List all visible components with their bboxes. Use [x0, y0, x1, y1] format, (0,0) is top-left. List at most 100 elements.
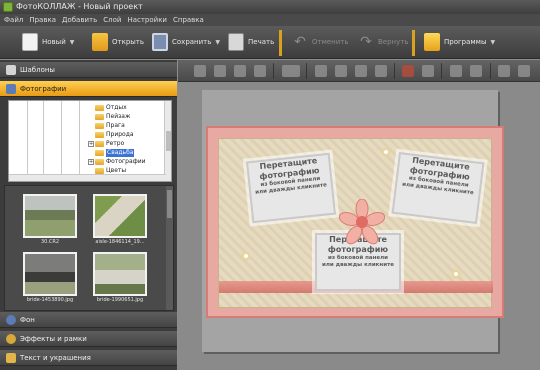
flower-decoration [338, 198, 386, 245]
section-photos-label: Фотографии [20, 85, 67, 93]
layer-backward-icon[interactable] [214, 65, 226, 77]
thumbnail-caption: bride-1990651.jpg [96, 297, 144, 303]
tree-horizontal-scrollbar[interactable] [9, 174, 166, 181]
tree-expand-icon[interactable]: + [88, 159, 94, 165]
thumbnail-item[interactable]: bride-1990651.jpg [93, 252, 147, 306]
toolbar-separator [412, 30, 415, 56]
section-background[interactable]: Фон [0, 312, 177, 328]
dropdown-arrow-icon: ▼ [215, 38, 220, 46]
tree-item[interactable]: Отдых [95, 104, 127, 112]
title-bar: ФотоКОЛЛАЖ - Новый проект [0, 0, 540, 14]
printer-icon [228, 33, 244, 51]
sparkle-decoration [379, 145, 393, 159]
app-icon [3, 2, 13, 12]
tree-vertical-scrollbar[interactable] [164, 101, 171, 181]
section-text[interactable]: Текст и украшения [0, 350, 177, 366]
menu-layer[interactable]: Слой [103, 14, 121, 26]
layer-forward-icon[interactable] [234, 65, 246, 77]
thumbnail-item[interactable]: bride-1453890.jpg [23, 252, 77, 306]
app-window: ФотоКОЛЛАЖ - Новый проект Файл Правка До… [0, 0, 540, 370]
mirror-icon[interactable] [355, 65, 367, 77]
menu-add[interactable]: Добавить [62, 14, 97, 26]
tree-expand-icon[interactable]: + [88, 141, 94, 147]
thumbnails-scrollbar[interactable] [166, 186, 173, 310]
folder-icon [95, 114, 104, 120]
scrollbar-thumb[interactable] [167, 190, 172, 218]
tree-guide-line [43, 101, 44, 181]
undo-button-label: Отменить [312, 38, 349, 46]
redo-icon: ↷ [360, 34, 372, 50]
thumbnail-item[interactable]: 30.CR2 [23, 194, 77, 248]
tree-item-selected[interactable]: Свадьба [95, 149, 135, 157]
align-dropdown-icon[interactable] [282, 65, 300, 77]
zoom-in-icon[interactable] [450, 65, 462, 77]
folder-icon [95, 141, 104, 147]
layer-back-icon[interactable] [194, 65, 206, 77]
programs-button[interactable]: Программы ▼ [424, 30, 495, 54]
flower-graphic [338, 198, 386, 245]
menu-edit[interactable]: Правка [29, 14, 56, 26]
folder-icon [95, 150, 104, 156]
folder-icon [95, 159, 104, 165]
section-photos[interactable]: Фотографии [0, 81, 177, 97]
thumbnail-caption: bride-1453890.jpg [26, 297, 74, 303]
section-templates[interactable]: Шаблоны [0, 62, 177, 78]
photo-slot-1[interactable]: Перетащите фотографию из боковой панели … [245, 152, 337, 224]
menu-help[interactable]: Справка [173, 14, 204, 26]
thumbnail-caption: 30.CR2 [40, 239, 60, 245]
scrollbar-thumb[interactable] [166, 131, 171, 151]
new-document-icon [22, 33, 38, 51]
zoom-out-icon[interactable] [470, 65, 482, 77]
sparkle-decoration [239, 249, 253, 263]
save-button-label: Сохранить [172, 38, 212, 46]
tree-item[interactable]: Прага [95, 122, 125, 130]
tree-guide-line [79, 101, 80, 181]
menu-settings[interactable]: Настройки [127, 14, 167, 26]
menu-file[interactable]: Файл [4, 14, 23, 26]
open-button-label: Открыть [112, 38, 144, 46]
rotate-icon[interactable] [375, 65, 387, 77]
flip-horizontal-icon[interactable] [315, 65, 327, 77]
dropdown-arrow-icon: ▼ [69, 38, 75, 46]
collage-page[interactable]: Перетащите фотографию из боковой панели … [202, 90, 504, 352]
section-background-label: Фон [20, 316, 35, 324]
open-button[interactable]: Открыть [92, 30, 144, 54]
thumbnail-image [93, 194, 147, 238]
workspace: Перетащите фотографию из боковой панели … [202, 90, 504, 352]
window-title: ФотоКОЛЛАЖ - Новый проект [16, 2, 143, 11]
thumbnail-item[interactable]: aisle-1846114_19... [93, 194, 147, 248]
photo-thumbnails: 30.CR2 aisle-1846114_19... bride-1453890… [4, 185, 174, 311]
save-disk-icon [152, 33, 168, 51]
tree-item[interactable]: Ретро [95, 140, 124, 148]
undo-button[interactable]: ↶ Отменить [292, 30, 349, 54]
star-icon [6, 65, 16, 75]
canvas-area: Перетащите фотографию из боковой панели … [178, 60, 540, 370]
effects-icon [6, 334, 16, 344]
layer-front-icon[interactable] [254, 65, 266, 77]
folder-icon [95, 132, 104, 138]
grid-icon[interactable] [518, 65, 530, 77]
dropdown-arrow-icon: ▼ [490, 38, 496, 46]
tree-guide-line [27, 101, 28, 181]
crop-icon[interactable] [422, 65, 434, 77]
thumbnail-caption: aisle-1846114_19... [95, 239, 145, 245]
settings-gear-icon[interactable] [498, 65, 510, 77]
new-button[interactable]: Новый ▼ [22, 30, 74, 54]
section-effects[interactable]: Эффекты и рамки [0, 331, 177, 347]
section-templates-label: Шаблоны [20, 66, 55, 74]
delete-icon[interactable] [402, 65, 414, 77]
toolbar-divider [306, 63, 307, 79]
redo-button[interactable]: ↷ Вернуть [358, 30, 408, 54]
print-button[interactable]: Печать [228, 30, 274, 54]
tree-item[interactable]: Природа [95, 131, 134, 139]
collage-frame[interactable]: Перетащите фотографию из боковой панели … [206, 126, 504, 318]
tree-item[interactable]: Фотографии [95, 158, 146, 166]
save-button[interactable]: Сохранить ▼ [152, 30, 220, 54]
toolbar-divider [273, 63, 274, 79]
photo-slot-2[interactable]: Перетащите фотографию из боковой панели … [391, 151, 485, 225]
left-panel: Шаблоны Фотографии Отдых Пейзаж Прага Пр… [0, 60, 177, 370]
folder-tree[interactable]: Отдых Пейзаж Прага Природа + Ретро Свадь… [8, 100, 172, 182]
toolbar-divider [394, 63, 395, 79]
flip-vertical-icon[interactable] [335, 65, 347, 77]
tree-item[interactable]: Пейзаж [95, 113, 130, 121]
